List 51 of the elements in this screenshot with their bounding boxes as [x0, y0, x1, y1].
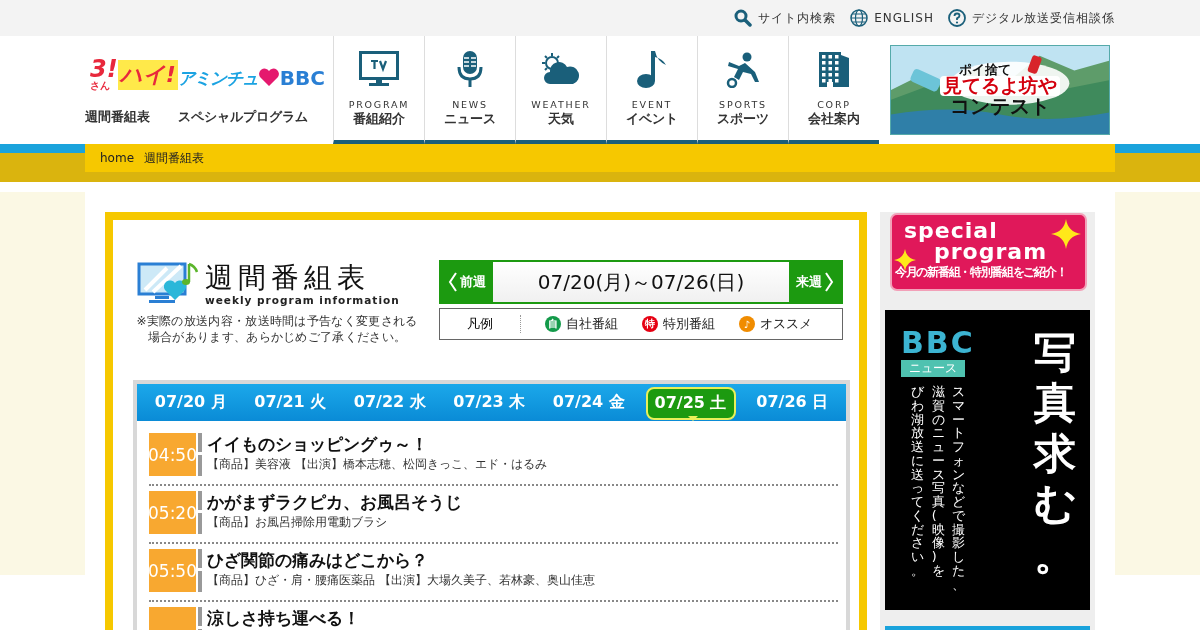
breadcrumb-link[interactable]: home — [100, 151, 135, 165]
globe-icon — [850, 9, 869, 27]
help-link[interactable]: デジタル放送受信相談係 — [948, 9, 1115, 27]
program-detail: 【商品】美容液 【出演】橋本志穂、松岡きっこ、エド・はるみ — [207, 457, 547, 473]
tv-icon — [359, 51, 399, 87]
sun-cloud-icon — [541, 52, 581, 86]
page-subtitle: weekly program information — [205, 294, 400, 306]
banner-text: 滋賀のニュース写真(映像)を — [931, 385, 945, 578]
legend-text: 自社番組 — [566, 315, 618, 333]
legend-text: 特別番組 — [663, 315, 715, 333]
program-detail: 【商品】ひざ・肩・腰痛医薬品 【出演】大場久美子、若林豪、奥山佳恵 — [207, 573, 595, 589]
sub-nav-link[interactable]: 週間番組表 — [85, 108, 150, 126]
special-program-banner[interactable]: special program 今月の新番組・特別番組をご紹介！ — [890, 213, 1087, 291]
news-logo: BBC — [901, 328, 975, 358]
program-detail: 【商品】お風呂掃除用電動ブラシ — [207, 515, 388, 531]
music-note-icon — [635, 49, 669, 89]
search-link[interactable]: サイト内検索 — [734, 9, 837, 27]
news-photo-banner[interactable]: BBC ニュース びわ湖放送に送ってください。 滋賀のニュース写真(映像)を スマートフォンなどで撮影した、 写真求む。 — [885, 310, 1090, 610]
time-badge: 05:20 — [149, 491, 196, 534]
language-link[interactable]: ENGLISH — [850, 9, 934, 27]
previous-week-button[interactable]: 前週 — [441, 262, 493, 302]
banner-text: スマートフォンなどで撮影した、 — [952, 385, 965, 592]
chevron-right-icon — [825, 272, 834, 292]
program-title[interactable]: ひざ関節の痛みはどこから？ — [207, 549, 595, 572]
news-tag: ニュース — [901, 360, 965, 377]
microphone-icon — [456, 50, 484, 88]
breadcrumb-current: 週間番組表 — [144, 149, 205, 167]
search-icon — [734, 9, 753, 27]
program-title[interactable]: イイものショッピングゥ～！ — [207, 433, 547, 456]
sparkle-icon — [1051, 219, 1081, 249]
sub-nav-link[interactable]: スペシャルプログラム — [178, 108, 308, 126]
banner-text: びわ湖放送に送ってください。 — [911, 385, 924, 578]
legend-text: オススメ — [760, 315, 812, 333]
building-icon — [817, 50, 851, 88]
legend-badge: 自 — [545, 316, 561, 332]
legend-badge: ♪ — [739, 316, 755, 332]
legend-badge: 特 — [642, 316, 658, 332]
week-range: 07/20(月)～07/26(日) — [493, 262, 789, 302]
next-week-button[interactable]: 来週 — [789, 262, 841, 302]
schedule-notice: ※実際の放送内容・放送時間は予告なく変更される 場合があります、あらかじめご了承ください。 — [135, 314, 419, 346]
time-badge: 05:50 — [149, 549, 196, 592]
soccer-player-icon — [725, 50, 761, 88]
page-title: 週間番組表 — [205, 263, 371, 294]
banner-headline: 写真求む。 — [1033, 328, 1078, 580]
legend-label: 凡例 — [440, 315, 521, 333]
program-title[interactable]: 涼しさ持ち運べる！ — [207, 607, 360, 630]
time-badge: 04:50 — [149, 433, 196, 476]
tv-heart-icon — [137, 260, 201, 306]
program-title[interactable]: かがまずラクピカ、お風呂そうじ — [207, 491, 462, 514]
help-icon — [948, 9, 966, 27]
chevron-left-icon — [448, 272, 457, 292]
